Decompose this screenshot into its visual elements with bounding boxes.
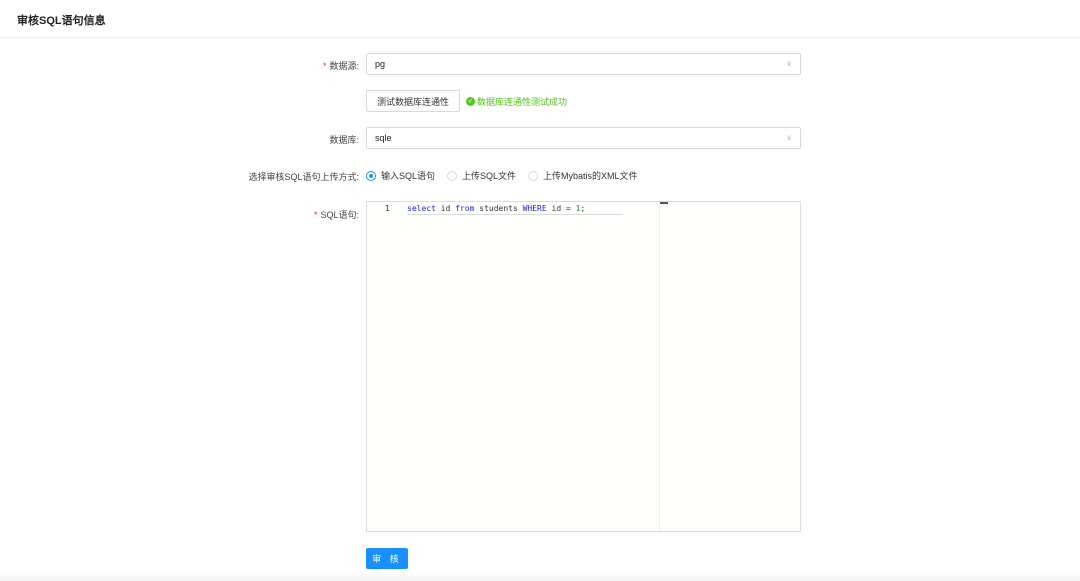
database-value: sqle: [375, 133, 392, 143]
page-title: 审核SQL语句信息: [17, 15, 106, 27]
upload-mode-label: 选择审核SQL语句上传方式:: [248, 172, 359, 182]
datasource-value: pg: [375, 59, 386, 69]
chevron-down-icon: ∨: [786, 59, 792, 68]
radio-input-sql[interactable]: 输入SQL语句: [366, 169, 435, 182]
editor-divider: [659, 202, 660, 531]
sql-code-line: select id from students WHERE id = 1;: [407, 204, 623, 215]
radio-upload-sql-file[interactable]: 上传SQL文件: [447, 169, 516, 182]
upload-mode-radio-group: 输入SQL语句 上传SQL文件 上传Mybatis的XML文件: [366, 169, 638, 182]
sql-editor[interactable]: 1 select id from students WHERE id = 1;: [366, 201, 801, 532]
sql-label: * SQL语句:: [313, 210, 359, 220]
chevron-down-icon: ∨: [786, 133, 792, 142]
database-label: 数据库:: [329, 135, 359, 145]
database-select[interactable]: sqle ∨: [366, 127, 801, 149]
page-header: 审核SQL语句信息: [0, 0, 1080, 38]
submit-audit-button[interactable]: 审 核: [366, 548, 408, 569]
check-circle-icon: ✓: [466, 97, 475, 106]
datasource-label: * 数据源:: [322, 61, 359, 71]
test-connection-button[interactable]: 测试数据库连通性: [366, 90, 460, 112]
radio-upload-mybatis-xml[interactable]: 上传Mybatis的XML文件: [528, 169, 638, 182]
footer-shadow: [0, 572, 1080, 581]
datasource-select[interactable]: pg ∨: [366, 53, 801, 75]
editor-cursor: [660, 202, 668, 204]
connection-status: ✓ 数据库连通性测试成功: [466, 97, 568, 107]
line-number: 1: [385, 204, 390, 213]
